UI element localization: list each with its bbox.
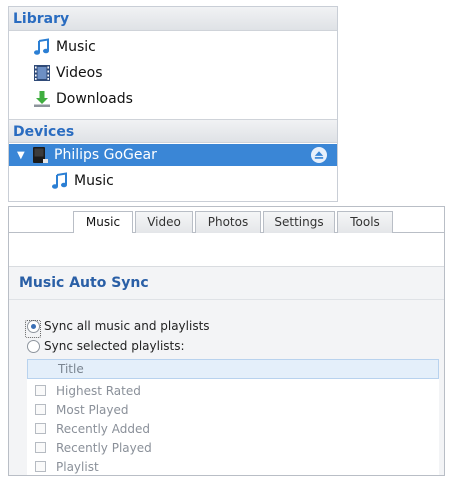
playlist-row-highest-rated[interactable]: Highest Rated [35, 381, 141, 400]
library-item-label: Music [56, 39, 96, 55]
tab-video[interactable]: Video [135, 211, 193, 233]
tab-settings[interactable]: Settings [263, 211, 335, 233]
playlist-label: Recently Added [56, 421, 150, 436]
library-item-music[interactable]: Music [33, 35, 96, 59]
tab-content-header [9, 233, 444, 267]
device-child-music[interactable]: Music [51, 169, 114, 193]
library-item-downloads[interactable]: Downloads [33, 87, 133, 111]
music-note-icon [51, 172, 69, 190]
library-item-label: Downloads [56, 91, 133, 107]
library-item-videos[interactable]: Videos [33, 61, 103, 85]
playlist-checkbox[interactable] [35, 404, 46, 415]
library-panel: Library Music Videos Downloads Devices ▼… [8, 6, 338, 202]
playlist-label: Recently Played [56, 440, 152, 455]
devices-section-header: Devices [9, 119, 337, 143]
expand-triangle-icon[interactable]: ▼ [17, 150, 31, 161]
playlist-row-recently-played[interactable]: Recently Played [35, 438, 152, 457]
playlist-checkbox[interactable] [35, 461, 46, 472]
sync-settings-panel: Music Video Photos Settings Tools Music … [8, 206, 445, 476]
page-title: Music Auto Sync [19, 275, 149, 291]
device-label: Philips GoGear [54, 147, 157, 163]
media-player-device-icon [31, 146, 49, 164]
playlist-row-most-played[interactable]: Most Played [35, 400, 129, 419]
tab-tools[interactable]: Tools [337, 211, 393, 233]
playlist-row-playlist[interactable]: Playlist [35, 457, 99, 475]
tab-photos[interactable]: Photos [195, 211, 261, 233]
eject-icon[interactable] [311, 147, 327, 163]
device-item-philips-gogear[interactable]: ▼ Philips GoGear [9, 144, 337, 166]
tab-music[interactable]: Music [73, 211, 133, 234]
library-section-header: Library [9, 7, 337, 31]
playlist-label: Most Played [56, 402, 129, 417]
sync-selected-label: Sync selected playlists: [44, 339, 185, 353]
sync-selected-radio[interactable] [27, 339, 40, 353]
library-item-label: Videos [56, 65, 103, 81]
music-note-icon [33, 38, 51, 56]
music-auto-sync-page: Music Auto Sync Sync all music and playl… [9, 267, 444, 475]
sync-all-label: Sync all music and playlists [44, 319, 210, 333]
film-strip-icon [33, 64, 51, 82]
playlist-table: Title Highest Rated Most Played Recently… [27, 359, 439, 475]
playlist-checkbox[interactable] [35, 385, 46, 396]
device-child-label: Music [74, 173, 114, 189]
sync-all-radio[interactable] [25, 319, 41, 338]
tab-bar: Music Video Photos Settings Tools [9, 207, 444, 234]
playlist-checkbox[interactable] [35, 423, 46, 434]
column-header-title[interactable]: Title [27, 359, 439, 379]
playlist-checkbox[interactable] [35, 442, 46, 453]
playlist-label: Highest Rated [56, 383, 141, 398]
focus-ring [25, 319, 41, 338]
sync-all-option[interactable]: Sync all music and playlists [25, 317, 210, 338]
sync-selected-option[interactable]: Sync selected playlists: [27, 337, 185, 355]
playlist-label: Playlist [56, 459, 99, 474]
playlist-row-recently-added[interactable]: Recently Added [35, 419, 150, 438]
divider [9, 299, 444, 300]
download-arrow-icon [33, 90, 51, 108]
